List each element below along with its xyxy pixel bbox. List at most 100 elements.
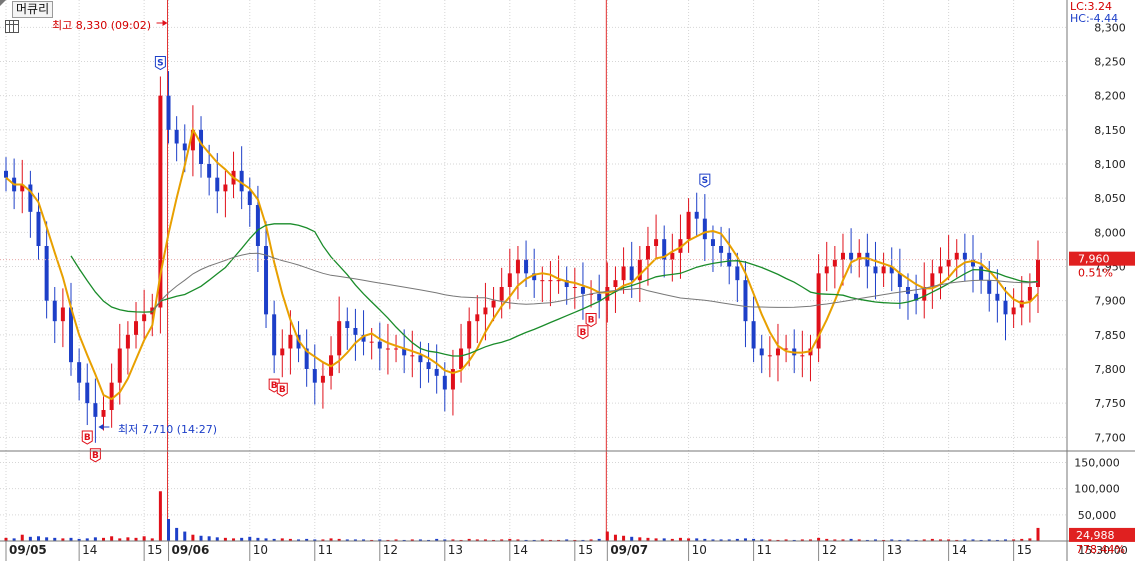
y-tick-label: 7,800 <box>1094 363 1126 376</box>
x-tick-label: 11 <box>318 543 333 557</box>
candle-body <box>28 184 33 212</box>
candle-body <box>142 314 147 322</box>
signal-label: S <box>702 176 708 186</box>
candle-body <box>995 293 1000 301</box>
candle-body <box>540 280 545 282</box>
candle-body <box>134 321 139 335</box>
candle-body <box>1011 307 1016 315</box>
x-tick-label: 14 <box>952 543 967 557</box>
candle-body <box>312 369 317 383</box>
low-annotation: 최저 7,710 (14:27) <box>118 423 218 436</box>
candle-body <box>767 355 772 357</box>
corner-marker <box>0 0 6 6</box>
candle-body <box>629 266 634 281</box>
grid-icon[interactable] <box>5 20 19 33</box>
y-tick-label: 8,200 <box>1094 90 1126 103</box>
day-separators <box>167 0 607 541</box>
candle-body <box>645 246 650 260</box>
candles <box>4 71 1040 443</box>
x-tick-label: 10 <box>692 543 707 557</box>
volume-bar <box>183 531 187 541</box>
low-arrow-head <box>98 424 104 430</box>
candle-body <box>613 280 618 287</box>
candle-body <box>215 177 220 192</box>
candle-body <box>353 328 358 335</box>
candle-body <box>199 129 204 164</box>
price-volume-chart[interactable]: BBSB BBBS 8,3008,2508,2008,1508,1008,0508… <box>0 0 1135 561</box>
candle-body <box>117 348 122 383</box>
x-tick-label: 15 <box>578 543 593 557</box>
candle-body <box>556 280 561 282</box>
volume-bar <box>142 536 146 541</box>
signal-label: B <box>588 316 595 326</box>
candle-body <box>735 266 740 281</box>
candle-body <box>670 252 675 260</box>
candle-body <box>36 211 41 246</box>
candle-body <box>442 375 447 390</box>
vol-tick-label: 150,000 <box>1074 456 1120 469</box>
candle-body <box>272 314 277 356</box>
candle-body <box>849 252 854 260</box>
stock-name-tab[interactable]: 머큐리 <box>12 1 54 18</box>
candle-body <box>832 259 837 267</box>
candle-body <box>280 348 285 356</box>
volume-bar <box>28 536 32 541</box>
candle-body <box>337 321 342 356</box>
candle-body <box>109 382 114 410</box>
y-tick-label: 8,250 <box>1094 56 1126 69</box>
y-tick-label: 7,850 <box>1094 329 1126 342</box>
candle-body <box>182 143 187 151</box>
candle-body <box>946 259 951 267</box>
high-annotation: 최고 8,330 (09:02) <box>52 19 152 32</box>
candle-body <box>410 355 415 357</box>
candle-body <box>987 280 992 294</box>
x-tick-label: 09/05 <box>9 543 47 557</box>
candle-body <box>394 348 399 350</box>
signal-label: B <box>84 433 91 443</box>
volume-bar <box>1036 527 1040 541</box>
current-volume-pct: 778.44% <box>1076 543 1125 556</box>
candle-body <box>1036 259 1040 287</box>
volume-bar <box>20 534 24 541</box>
candle-body <box>654 239 659 246</box>
x-tick-label: 09/07 <box>610 543 648 557</box>
x-tick-label: 14 <box>82 543 97 557</box>
volume-bar <box>110 536 114 541</box>
candle-body <box>605 287 610 301</box>
candle-body <box>166 95 171 130</box>
current-volume-label: 24,988 <box>1076 529 1115 542</box>
candle-body <box>954 252 959 260</box>
vol-tick-label: 100,000 <box>1074 483 1120 496</box>
candle-body <box>597 293 602 301</box>
x-tick-label: 13 <box>448 543 463 557</box>
candle-body <box>751 321 756 349</box>
x-tick-label: 14 <box>513 543 528 557</box>
candle-body <box>979 266 984 281</box>
signal-label: B <box>92 451 99 461</box>
candle-body <box>369 341 374 343</box>
volume-bar <box>37 536 41 541</box>
volume-bar <box>248 536 252 541</box>
candle-body <box>320 375 325 383</box>
candle-body <box>125 334 130 349</box>
signal-label: B <box>279 385 286 395</box>
candle-body <box>710 239 715 246</box>
candle-body <box>377 341 382 349</box>
candle-body <box>840 252 845 260</box>
candle-body <box>52 300 57 322</box>
candle-body <box>483 307 488 315</box>
candle-body <box>507 273 512 287</box>
candle-body <box>101 410 106 417</box>
volume-bar <box>175 527 179 541</box>
volume-bar <box>191 534 195 541</box>
candle-body <box>515 259 520 274</box>
candle-body <box>385 348 390 350</box>
candle-body <box>247 191 252 205</box>
candle-body <box>491 300 496 308</box>
candle-body <box>174 129 179 144</box>
candle-body <box>881 266 886 274</box>
candle-body <box>800 355 805 357</box>
x-tick-label: 10 <box>253 543 268 557</box>
candle-body <box>873 266 878 274</box>
candle-body <box>264 246 269 315</box>
